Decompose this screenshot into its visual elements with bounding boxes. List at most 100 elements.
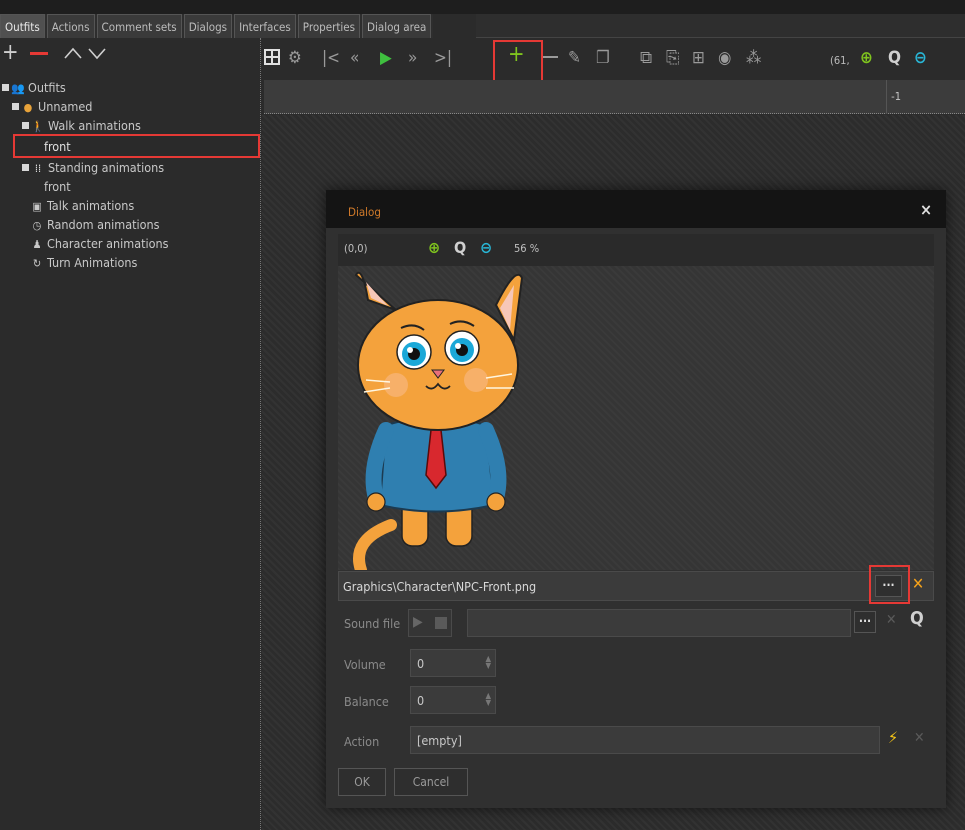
settings-icon[interactable]: ⚙ <box>288 48 302 68</box>
sound-controls: ▶ <box>408 609 452 637</box>
ok-button[interactable]: OK <box>338 768 386 796</box>
tree-label: Walk animations <box>48 118 141 133</box>
clear-action-icon[interactable]: ✕ <box>914 730 925 746</box>
filmstrip-icon[interactable] <box>264 48 280 71</box>
zoom-in-icon[interactable]: ⊕ <box>428 239 440 257</box>
image-preview: (0,0) ⊕ Q ⊖ 56 % <box>338 234 934 570</box>
clock-icon: ◷ <box>32 219 42 232</box>
eye-icon[interactable]: ◉ <box>718 48 731 68</box>
panel-divider <box>260 38 261 830</box>
volume-spinner-icon[interactable]: ▲ ▼ <box>485 655 491 670</box>
footprints-icon: ⁞⁞ <box>34 162 42 175</box>
move-up-icon[interactable] <box>62 44 84 66</box>
main-tabs: Outfits Actions Comment sets Dialogs Int… <box>0 14 434 38</box>
clear-sound-icon[interactable]: ✕ <box>886 612 897 628</box>
duplicate-icon[interactable]: ⧉ <box>640 48 652 68</box>
tree-label: Talk animations <box>47 198 135 213</box>
tab-outfits[interactable]: Outfits <box>0 14 45 38</box>
speech-bubble-icon: ▣ <box>32 200 42 213</box>
balance-input[interactable]: 0 ▲ ▼ <box>410 686 496 714</box>
stop-sound-icon[interactable] <box>435 617 447 629</box>
tree-standing-front[interactable]: front <box>44 177 71 196</box>
tree-random-animations[interactable]: ◷ Random animations <box>30 215 160 234</box>
zoom-reset-icon[interactable]: Q <box>888 48 901 68</box>
frame-dialog: Dialog × (0,0) ⊕ Q ⊖ 56 % Graphics\Chara… <box>326 190 946 808</box>
rewind-icon[interactable]: « <box>350 48 359 68</box>
tree-outfits-root[interactable]: 👥 Outfits <box>2 78 66 97</box>
play-icon[interactable]: ▶ <box>380 48 392 68</box>
zoom-in-icon[interactable]: ⊕ <box>860 48 873 68</box>
lightning-icon[interactable]: ⚡ <box>888 728 898 747</box>
tab-interfaces[interactable]: Interfaces <box>234 14 296 38</box>
dialog-title-bar: Dialog × <box>326 190 946 228</box>
tab-dialogs[interactable]: Dialogs <box>183 14 233 38</box>
cancel-button[interactable]: Cancel <box>394 768 468 796</box>
remove-frame-icon[interactable] <box>542 46 558 71</box>
tab-dialog-area[interactable]: Dialog area <box>362 14 432 38</box>
tree-label: Standing animations <box>48 160 165 175</box>
search-sound-icon[interactable]: Q <box>910 608 924 629</box>
frame-index: -1 <box>891 90 901 103</box>
volume-value: 0 <box>417 656 425 671</box>
user-icon: ♟ <box>32 238 42 251</box>
footprints-icon[interactable]: ⁂ <box>746 48 761 68</box>
tab-bar-filler <box>476 14 965 38</box>
dialog-title: Dialog <box>348 205 381 219</box>
fast-forward-icon[interactable]: » <box>408 48 417 68</box>
browse-sound-button[interactable]: ··· <box>854 611 876 633</box>
balance-spinner-icon[interactable]: ▲ ▼ <box>485 692 491 707</box>
tree-walk-animations[interactable]: 🚶 Walk animations <box>22 116 141 135</box>
character-image <box>353 271 524 570</box>
tree-walk-front[interactable]: front <box>44 137 71 156</box>
tab-properties[interactable]: Properties <box>297 14 361 38</box>
last-frame-icon[interactable]: >| <box>434 48 452 68</box>
outfits-toolbar: + <box>0 38 260 74</box>
action-label: Action <box>344 734 380 749</box>
copy-icon[interactable]: ❐ <box>596 48 610 68</box>
balance-label: Balance <box>344 694 389 709</box>
tab-comment-sets[interactable]: Comment sets <box>96 14 182 38</box>
balance-value: 0 <box>417 693 425 708</box>
preview-toolbar: (0,0) ⊕ Q ⊖ 56 % <box>338 234 934 266</box>
graphic-path: Graphics\Character\NPC-Front.png <box>343 579 537 594</box>
zoom-out-icon[interactable]: ⊖ <box>914 48 927 68</box>
tree-label: front <box>44 179 71 194</box>
paste-icon[interactable]: ⎘ <box>666 48 680 68</box>
tree-turn-animations[interactable]: ↻ Turn Animations <box>30 253 138 272</box>
collapse-icon[interactable] <box>12 103 19 110</box>
collapse-icon[interactable] <box>22 164 29 171</box>
collapse-icon[interactable] <box>22 122 29 129</box>
move-down-icon[interactable] <box>86 44 108 66</box>
action-field[interactable]: [empty] <box>410 726 880 754</box>
remove-icon[interactable] <box>28 43 50 69</box>
tree-label: Random animations <box>47 217 160 232</box>
zoom-out-icon[interactable]: ⊖ <box>480 239 492 257</box>
tree-character-animations[interactable]: ♟ Character animations <box>30 234 169 253</box>
tree-label: Turn Animations <box>47 255 138 270</box>
close-icon[interactable]: × <box>920 200 932 219</box>
volume-input[interactable]: 0 ▲ ▼ <box>410 649 496 677</box>
sound-file-field[interactable] <box>467 609 851 637</box>
play-sound-icon[interactable]: ▶ <box>413 614 423 630</box>
title-strip <box>0 0 965 14</box>
tree-standing-animations[interactable]: ⁞⁞ Standing animations <box>22 158 164 177</box>
clear-graphic-icon[interactable]: ✕ <box>912 574 924 593</box>
browse-highlight <box>869 565 910 604</box>
zoom-reset-icon[interactable]: Q <box>454 239 466 257</box>
tab-actions[interactable]: Actions <box>46 14 95 38</box>
add-icon[interactable]: + <box>2 42 19 64</box>
row-separator <box>886 80 887 114</box>
frame-row: -1 <box>264 80 965 114</box>
collapse-icon[interactable] <box>2 84 9 91</box>
coordinate-readout: (61, <box>830 54 850 67</box>
first-frame-icon[interactable]: |< <box>322 48 340 68</box>
edit-icon[interactable]: ✎ <box>568 48 581 68</box>
graphic-path-field[interactable]: Graphics\Character\NPC-Front.png <box>338 571 934 601</box>
walk-icon: 🚶 <box>31 120 45 133</box>
sound-file-label: Sound file <box>344 616 401 631</box>
outfits-panel: + 👥 Outfits ● Unnamed 🚶 Walk animations fro… <box>0 38 260 830</box>
tree-talk-animations[interactable]: ▣ Talk animations <box>30 196 134 215</box>
zoom-level: 56 % <box>514 242 540 255</box>
grid-icon[interactable]: ⊞ <box>692 48 705 68</box>
tree-outfit-unnamed[interactable]: ● Unnamed <box>12 97 92 116</box>
